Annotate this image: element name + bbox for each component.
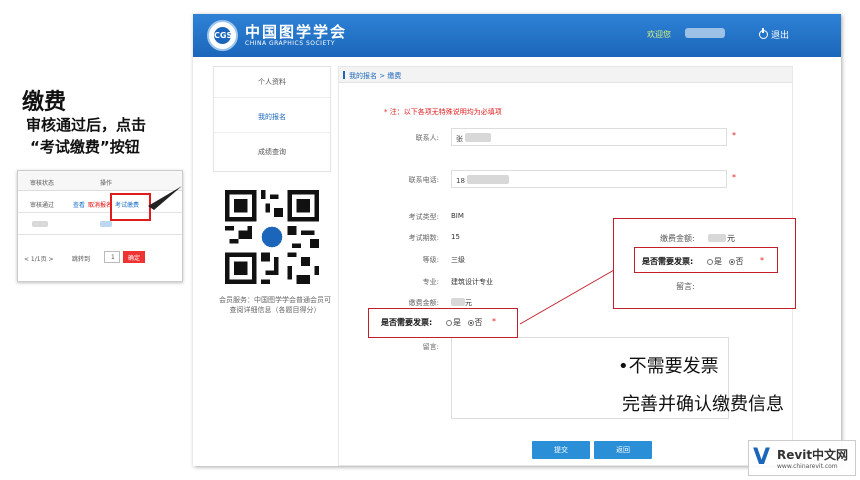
blurred-cell bbox=[32, 221, 48, 227]
sidebar-item-profile[interactable]: 个人资料 bbox=[214, 67, 330, 98]
slide-subtitle-line2: “考试缴费”按钮 bbox=[30, 138, 140, 156]
blurred-text bbox=[466, 175, 509, 184]
radio-yes-label: 是 bbox=[453, 318, 461, 327]
callout-fee-unit: 元 bbox=[727, 234, 735, 243]
power-icon bbox=[759, 28, 768, 39]
org-name-en: CHINA GRAPHICS SOCIETY bbox=[245, 40, 336, 47]
watermark-url: www.chinarevit.com bbox=[777, 463, 838, 470]
radio-no-label: 否 bbox=[735, 257, 744, 266]
major-value: 建筑设计专业 bbox=[451, 278, 493, 286]
exam-period-label: 考试期数: bbox=[408, 234, 439, 242]
required-mark: * bbox=[732, 131, 736, 140]
back-button[interactable]: 返回 bbox=[594, 441, 652, 459]
fee-unit: 元 bbox=[465, 299, 472, 307]
required-mark: * bbox=[732, 173, 736, 182]
radio-no[interactable] bbox=[728, 259, 735, 265]
view-link[interactable]: 查看 bbox=[73, 200, 85, 209]
cancel-link[interactable]: 取消报名 bbox=[88, 200, 112, 209]
qr-caption: 会员服务：中国图学学会普通会员可查阅详细信息（各题目得分） bbox=[219, 296, 331, 314]
radio-yes[interactable] bbox=[707, 259, 713, 265]
radio-yes-label: 是 bbox=[714, 257, 722, 266]
exam-type-value: BIM bbox=[451, 212, 464, 220]
username-blurred bbox=[685, 28, 725, 38]
logout-label: 退出 bbox=[771, 31, 790, 41]
fee-label: 缴费金额: bbox=[408, 299, 439, 307]
blurred-amount bbox=[451, 298, 465, 306]
major-label: 专业: bbox=[422, 278, 439, 286]
sidebar-item-my-applications[interactable]: 我的报名 bbox=[214, 102, 330, 133]
exam-type-label: 考试类型: bbox=[408, 213, 439, 221]
page-input[interactable]: 1 bbox=[104, 251, 120, 263]
revit-logo-icon: V bbox=[753, 445, 771, 470]
blurred-cell bbox=[100, 221, 112, 227]
watermark-logo: V Revit中文网 www.chinarevit.com bbox=[748, 440, 856, 476]
logout-button[interactable]: 退出 bbox=[759, 28, 789, 41]
watermark-brand: Revit中文网 bbox=[777, 448, 849, 462]
fee-value: 元 bbox=[451, 298, 472, 308]
welcome-text: 欢迎您 bbox=[647, 30, 671, 39]
callout-fee-label: 缴费金额: bbox=[660, 234, 695, 243]
remark-label: 留言: bbox=[422, 343, 439, 351]
col-action: 操作 bbox=[100, 180, 113, 187]
required-mark: * bbox=[760, 256, 764, 265]
pager: < 1/1页 > 跳转到 1 确定 bbox=[22, 251, 180, 265]
breadcrumb: 我的报名 > 缴费 bbox=[339, 67, 792, 83]
level-label: 等级: bbox=[422, 256, 439, 264]
invoice-label: 是否需要发票: bbox=[381, 318, 433, 327]
phone-value: 18 bbox=[456, 177, 465, 185]
jump-label: 跳转到 bbox=[72, 256, 91, 263]
phone-label: 联系电话: bbox=[408, 176, 439, 184]
radio-yes[interactable] bbox=[446, 320, 452, 326]
confirm-button[interactable]: 确定 bbox=[123, 251, 145, 263]
contact-label: 联系人: bbox=[415, 134, 439, 142]
top-bar: CGS 中国图学学会 CHINA GRAPHICS SOCIETY 欢迎您 退出 bbox=[193, 14, 841, 57]
contact-field[interactable]: 张 bbox=[451, 128, 727, 146]
level-value: 三级 bbox=[451, 256, 465, 264]
sidebar-item-scores[interactable]: 成绩查询 bbox=[214, 137, 330, 168]
note-no-invoice: •不需要发票 bbox=[618, 356, 719, 377]
blurred-text bbox=[465, 133, 491, 142]
col-status: 审核状态 bbox=[30, 180, 55, 187]
sidebar: 个人资料 我的报名 成绩查询 bbox=[213, 66, 331, 172]
pager-text[interactable]: < 1/1页 > bbox=[24, 254, 54, 263]
logo-mark: CGS bbox=[214, 27, 232, 44]
submit-button[interactable]: 提交 bbox=[532, 441, 590, 459]
invoice-radio-group[interactable]: 是 否 bbox=[446, 317, 483, 328]
callout-remark-label: 留言: bbox=[676, 282, 695, 291]
status-value: 审核通过 bbox=[30, 202, 55, 209]
callout-invoice-label: 是否需要发票: bbox=[642, 257, 694, 266]
required-note: * 注：以下各项无特殊说明均为必填项 bbox=[384, 108, 502, 116]
phone-field[interactable]: 18 bbox=[451, 170, 727, 188]
required-mark: * bbox=[492, 317, 496, 326]
org-name-cn: 中国图学学会 bbox=[245, 23, 348, 41]
radio-no-label: 否 bbox=[474, 318, 483, 327]
qr-code-icon bbox=[225, 190, 319, 284]
note-confirm-info: 完善并确认缴费信息 bbox=[622, 394, 784, 415]
slide-subtitle-line1: 审核通过后，点击 bbox=[26, 116, 147, 134]
slide-title: 缴费 bbox=[22, 90, 67, 115]
exam-period-value: 15 bbox=[451, 233, 460, 241]
blurred-amount bbox=[708, 234, 726, 242]
contact-value: 张 bbox=[456, 135, 463, 143]
logo-icon: CGS bbox=[207, 20, 238, 51]
radio-no[interactable] bbox=[467, 320, 474, 326]
pointer-arrow bbox=[148, 186, 182, 210]
callout-radio-group[interactable]: 是 否 bbox=[707, 256, 744, 267]
